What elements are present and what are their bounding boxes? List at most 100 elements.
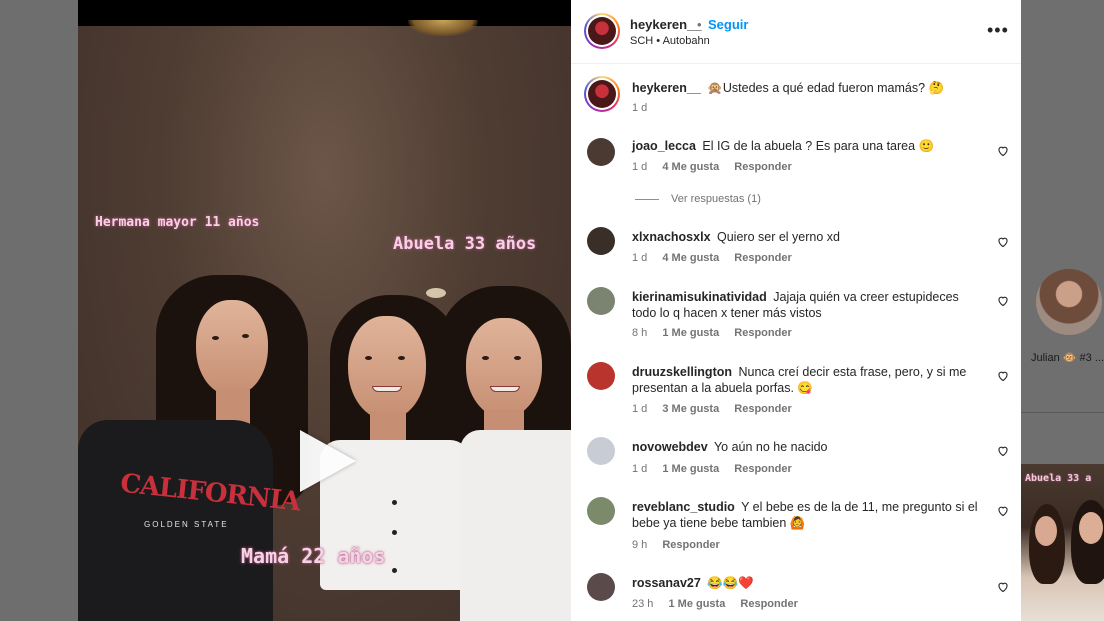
reply-button[interactable]: Responder: [734, 252, 791, 264]
avatar-image: [588, 17, 616, 45]
author-avatar[interactable]: [584, 13, 620, 49]
comment-username[interactable]: joao_lecca: [632, 139, 696, 153]
comment-body: El IG de la abuela ? Es para una tarea 🙂: [702, 139, 935, 153]
comment-text: rossanav27 😂😂❤️: [632, 575, 982, 591]
eye: [482, 356, 489, 360]
heart-icon[interactable]: [997, 445, 1009, 457]
overlay-text-grandma: Abuela 33 años: [393, 234, 537, 254]
post-video[interactable]: CALIFORNIA GOLDEN STATE Hermana mayor 11…: [78, 0, 571, 621]
comment-time[interactable]: 1 d: [632, 252, 647, 264]
heart-icon[interactable]: [997, 295, 1009, 307]
author-username[interactable]: heykeren__: [630, 17, 702, 32]
comment-body: Quiero ser el yerno xd: [717, 230, 840, 244]
button-dot: [392, 500, 397, 505]
smile: [490, 386, 520, 392]
comment-time[interactable]: 8 h: [632, 327, 647, 339]
caption-body: 🙊Ustedes a qué edad fueron mamás? 🤔: [707, 81, 945, 95]
heart-icon[interactable]: [997, 505, 1009, 517]
comment-username[interactable]: kierinamisukinatividad: [632, 290, 767, 304]
eye: [242, 334, 249, 338]
comment-text: xlxnachosxlx Quiero ser el yerno xd: [632, 229, 982, 245]
reply-button[interactable]: Responder: [734, 403, 791, 415]
avatar-image: [588, 80, 616, 108]
eye: [365, 356, 372, 360]
comment-username[interactable]: druuzskellington: [632, 365, 732, 379]
comment-meta: 9 h Responder: [632, 539, 732, 551]
light-reflection: [426, 288, 446, 298]
background-divider: [1021, 412, 1104, 413]
heart-icon[interactable]: [997, 370, 1009, 382]
thumb-face: [1035, 516, 1057, 546]
comment-username[interactable]: reveblanc_studio: [632, 500, 735, 514]
header-separator: •: [697, 17, 702, 32]
comments-panel: heykeren__ • Seguir SCH • Autobahn ••• h…: [571, 0, 1021, 621]
post-location[interactable]: SCH • Autobahn: [630, 35, 710, 47]
view-replies-label: Ver respuestas (1): [671, 193, 761, 205]
post-header: heykeren__ • Seguir SCH • Autobahn •••: [571, 0, 1021, 64]
commenter-avatar[interactable]: [587, 287, 615, 315]
comment-likes[interactable]: 3 Me gusta: [662, 403, 719, 415]
comment-body: Yo aún no he nacido: [713, 440, 828, 454]
caption-text: heykeren__ 🙊Ustedes a qué edad fueron ma…: [632, 80, 982, 96]
commenter-avatar[interactable]: [587, 437, 615, 465]
shirt-subprint: GOLDEN STATE: [144, 520, 229, 529]
heart-icon[interactable]: [997, 145, 1009, 157]
smile: [372, 386, 402, 392]
heart-icon[interactable]: [997, 581, 1009, 593]
comment-username[interactable]: novowebdev: [632, 440, 708, 454]
caption-username[interactable]: heykeren__: [632, 81, 701, 95]
more-options-icon[interactable]: •••: [987, 20, 1009, 41]
ceiling-lamp: [408, 20, 478, 36]
comment-likes[interactable]: 4 Me gusta: [662, 252, 719, 264]
follow-button[interactable]: Seguir: [708, 17, 748, 32]
comment-meta: 1 d 1 Me gusta Responder: [632, 463, 804, 475]
comment-likes[interactable]: 1 Me gusta: [662, 327, 719, 339]
comment-body: 😂😂❤️: [707, 576, 754, 590]
comment-text: druuzskellington Nunca creí decir esta f…: [632, 364, 982, 396]
reply-button[interactable]: Responder: [734, 463, 791, 475]
white-tank-top: [460, 430, 571, 621]
commenter-avatar[interactable]: [587, 138, 615, 166]
reply-button[interactable]: Responder: [662, 539, 719, 551]
caption-meta: 1 d: [632, 102, 659, 114]
commenter-avatar[interactable]: [587, 362, 615, 390]
commenter-avatar[interactable]: [587, 497, 615, 525]
eye: [514, 356, 521, 360]
mom-face: [348, 316, 426, 420]
background-post-thumbnail[interactable]: Abuela 33 a: [1021, 464, 1104, 621]
commenter-avatar[interactable]: [587, 573, 615, 601]
background-thumb-overlay: Abuela 33 a: [1025, 473, 1092, 484]
eye: [212, 336, 219, 340]
caption-author-avatar[interactable]: [584, 76, 620, 112]
comment-meta: 1 d 4 Me gusta Responder: [632, 252, 804, 264]
comment-meta: 23 h 1 Me gusta Responder: [632, 598, 810, 610]
comment-text: novowebdev Yo aún no he nacido: [632, 439, 982, 455]
comment-text: reveblanc_studio Y el bebe es de la de 1…: [632, 499, 982, 531]
play-icon[interactable]: [300, 430, 356, 492]
comment-likes[interactable]: 1 Me gusta: [668, 598, 725, 610]
overlay-text-mom: Mamá 22 años: [241, 544, 386, 568]
video-top-bar: [78, 0, 571, 26]
comment-likes[interactable]: 4 Me gusta: [662, 161, 719, 173]
comment-time[interactable]: 1 d: [632, 161, 647, 173]
reply-button[interactable]: Responder: [734, 161, 791, 173]
heart-icon[interactable]: [997, 236, 1009, 248]
reply-button[interactable]: Responder: [734, 327, 791, 339]
caption-time[interactable]: 1 d: [632, 102, 647, 114]
comment-time[interactable]: 23 h: [632, 598, 653, 610]
comment-likes[interactable]: 1 Me gusta: [662, 463, 719, 475]
sister-face: [196, 300, 268, 396]
grandma-face: [466, 318, 542, 418]
commenter-avatar[interactable]: [587, 227, 615, 255]
comment-time[interactable]: 1 d: [632, 463, 647, 475]
background-profile-avatar[interactable]: [1036, 269, 1102, 335]
comment-username[interactable]: xlxnachosxlx: [632, 230, 711, 244]
view-replies-button[interactable]: Ver respuestas (1): [635, 193, 761, 205]
comment-time[interactable]: 1 d: [632, 403, 647, 415]
reply-button[interactable]: Responder: [740, 598, 797, 610]
comment-text: joao_lecca El IG de la abuela ? Es para …: [632, 138, 982, 154]
comment-username[interactable]: rossanav27: [632, 576, 701, 590]
comment-time[interactable]: 9 h: [632, 539, 647, 551]
button-dot: [392, 568, 397, 573]
replies-line: [635, 198, 659, 200]
